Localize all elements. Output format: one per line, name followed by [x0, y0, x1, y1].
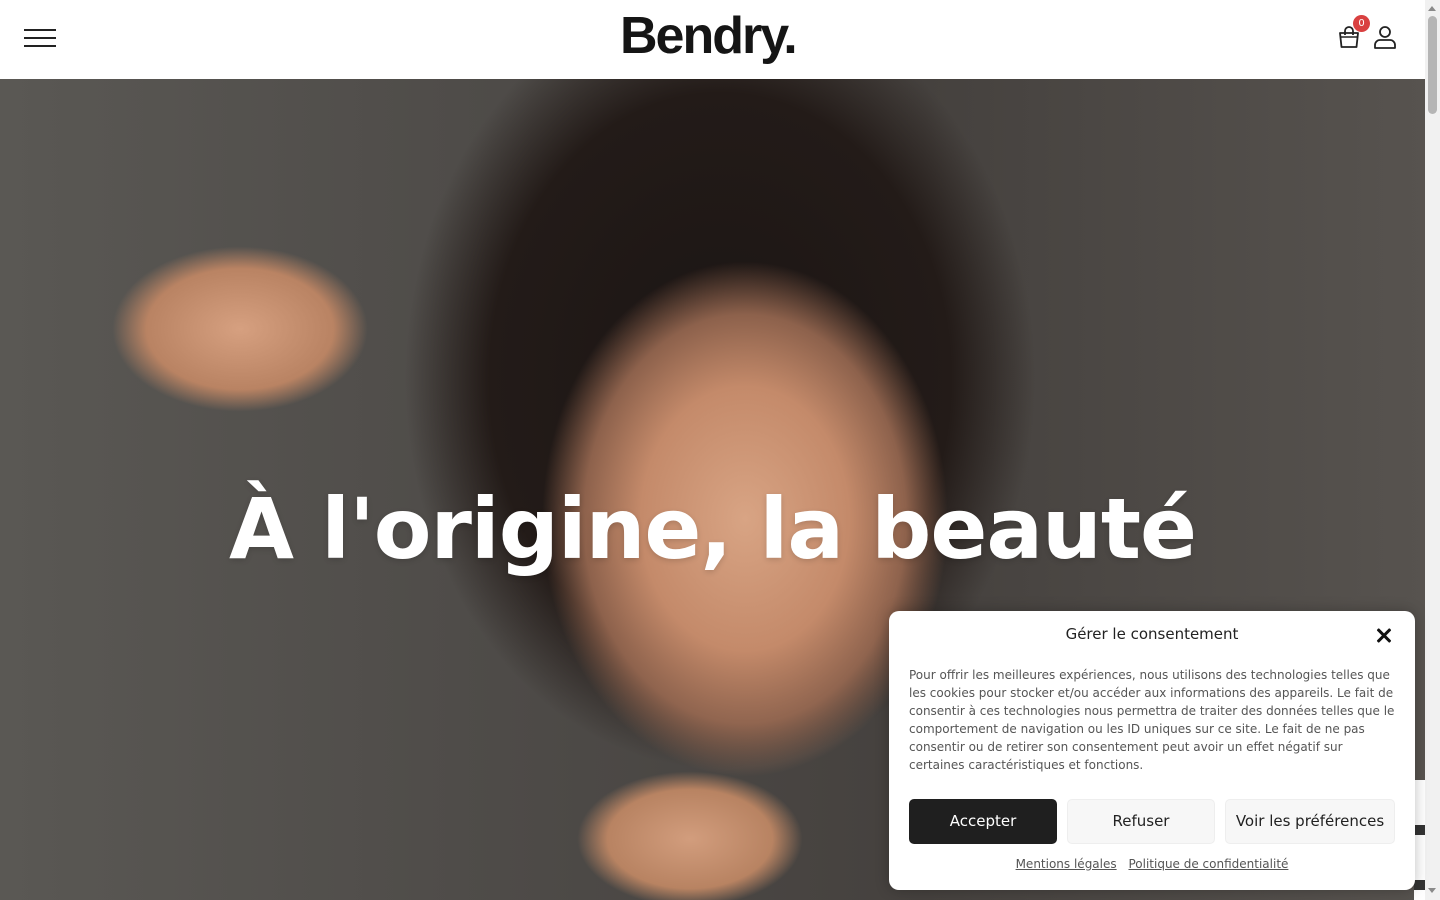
hamburger-menu-icon[interactable]: [24, 27, 56, 49]
logo-text: Bendry: [620, 7, 785, 65]
refuse-button[interactable]: Refuser: [1067, 799, 1215, 844]
site-logo[interactable]: Bendry.: [620, 6, 798, 66]
side-widget[interactable]: [1414, 780, 1425, 900]
site-header: Bendry. 0: [0, 0, 1425, 79]
scrollbar-thumb[interactable]: [1428, 16, 1437, 114]
logo-dot: .: [783, 7, 798, 65]
legal-notice-link[interactable]: Mentions légales: [1016, 857, 1117, 871]
user-icon-svg: [1374, 26, 1396, 49]
user-icon[interactable]: [1372, 24, 1398, 50]
close-icon[interactable]: [1374, 626, 1394, 646]
accept-button[interactable]: Accepter: [909, 799, 1057, 844]
menu-line: [24, 37, 56, 39]
consent-title: Gérer le consentement: [1065, 625, 1239, 643]
consent-links: Mentions légales Politique de confidenti…: [889, 857, 1415, 871]
side-widget-bar: [1414, 825, 1425, 835]
menu-line: [24, 29, 56, 31]
menu-line: [24, 45, 56, 47]
scroll-down-arrow-icon[interactable]: [1428, 888, 1436, 893]
view-preferences-button[interactable]: Voir les préférences: [1225, 799, 1395, 844]
scroll-up-arrow-icon[interactable]: [1428, 6, 1436, 11]
cookie-consent-dialog: Gérer le consentement Pour offrir les me…: [889, 611, 1415, 890]
hero-title: À l'origine, la beauté: [229, 480, 1197, 578]
consent-description: Pour offrir les meilleures expériences, …: [909, 668, 1395, 772]
side-widget-bar: [1414, 880, 1425, 890]
privacy-policy-link[interactable]: Politique de confidentialité: [1128, 857, 1288, 871]
vertical-scrollbar[interactable]: [1425, 0, 1440, 900]
cart-count-badge: 0: [1353, 15, 1370, 32]
